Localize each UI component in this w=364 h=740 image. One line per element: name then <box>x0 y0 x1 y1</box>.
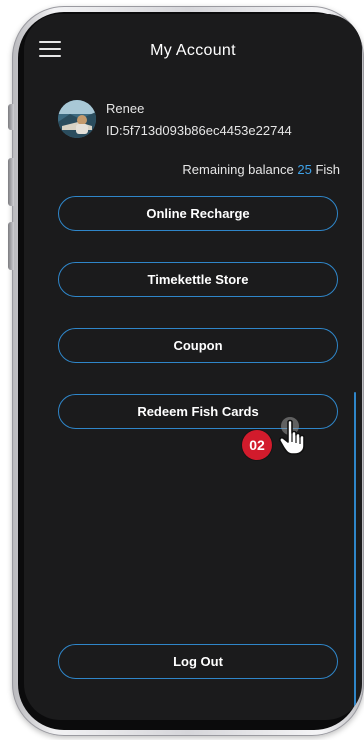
stage: My Account Renee ID:5f713d093b86ec4453e2… <box>0 0 364 740</box>
step-badge: 02 <box>242 430 272 460</box>
avatar-image <box>58 100 96 138</box>
phone-screen: My Account Renee ID:5f713d093b86ec4453e2… <box>24 14 362 720</box>
user-name: Renee <box>106 101 145 116</box>
coupon-button[interactable]: Coupon <box>58 328 338 363</box>
app-bar: My Account <box>24 14 362 80</box>
avatar[interactable] <box>58 100 96 138</box>
timekettle-store-button[interactable]: Timekettle Store <box>58 262 338 297</box>
hand-pointer-icon <box>278 417 305 455</box>
phone-volume-down-button <box>8 222 14 270</box>
remaining-balance: Remaining balance 25 Fish <box>182 162 340 177</box>
online-recharge-button[interactable]: Online Recharge <box>58 196 338 231</box>
scrollbar[interactable] <box>354 392 356 718</box>
log-out-button[interactable]: Log Out <box>58 644 338 679</box>
user-id: ID:5f713d093b86ec4453e22744 <box>106 123 292 138</box>
balance-label: Remaining balance <box>182 162 294 177</box>
balance-amount: 25 <box>297 162 312 177</box>
phone-mute-switch <box>8 104 14 130</box>
phone-volume-up-button <box>8 158 14 206</box>
page-title: My Account <box>150 42 236 59</box>
balance-unit: Fish <box>315 162 340 177</box>
